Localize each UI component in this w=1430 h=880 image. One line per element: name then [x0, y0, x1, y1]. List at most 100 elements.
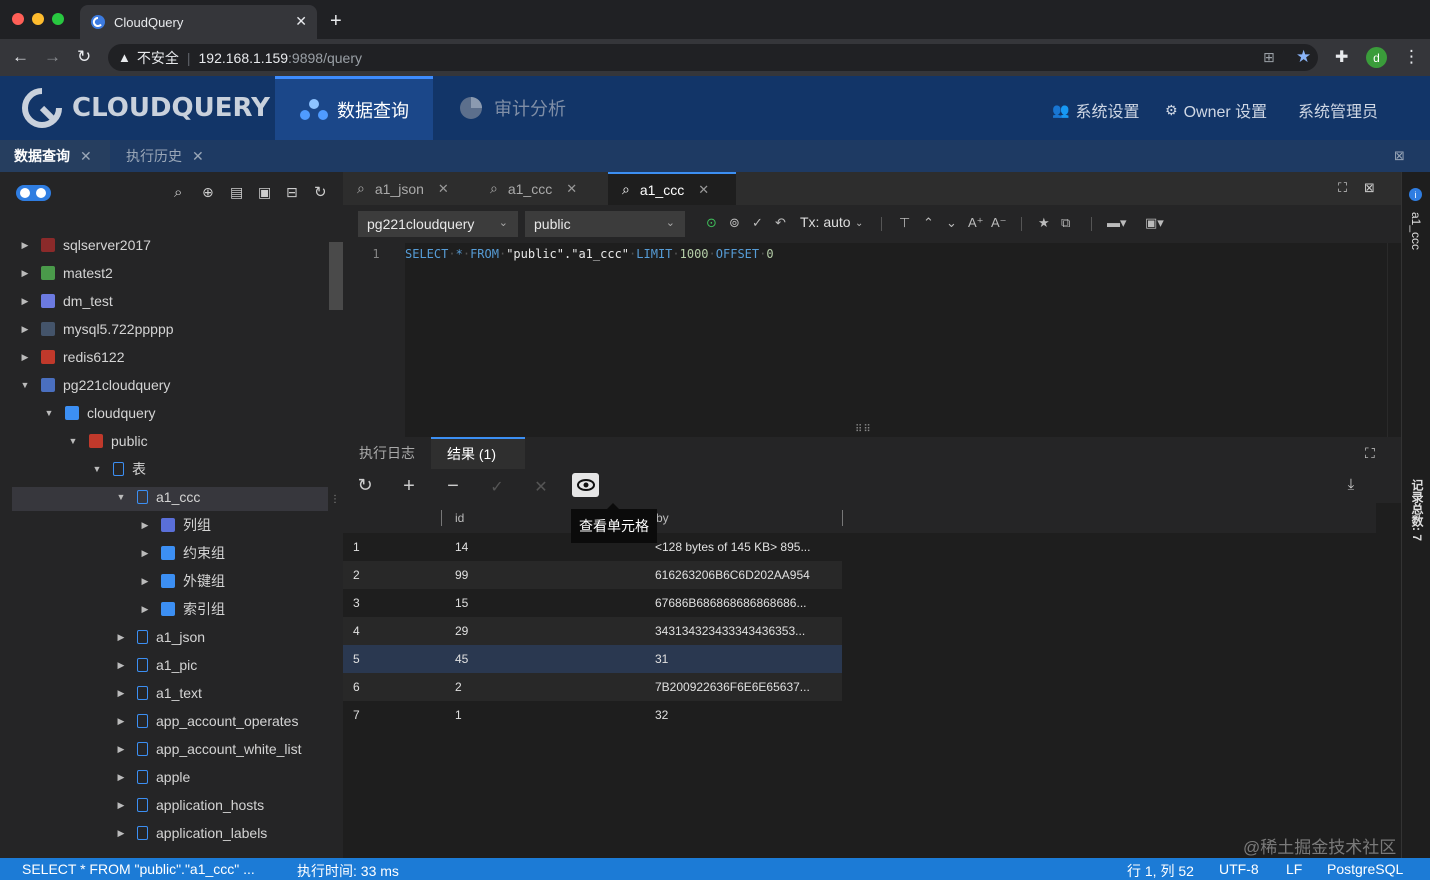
- tree-node[interactable]: ▶ app_account_operates: [115, 707, 299, 735]
- cell-id[interactable]: 2: [455, 680, 462, 694]
- tree-node[interactable]: ▶ mysql5.722ppppp: [19, 315, 174, 343]
- add-connection-icon[interactable]: ⊕: [202, 184, 214, 201]
- editor-tab[interactable]: ⌕ a1_ccc ✕: [476, 172, 608, 205]
- cell-by[interactable]: 31: [655, 652, 668, 666]
- uppercase-icon[interactable]: A⁺: [968, 215, 984, 231]
- tab-close-icon[interactable]: ✕: [295, 13, 307, 30]
- fullscreen-icon[interactable]: ⛶: [1338, 180, 1347, 196]
- table-row[interactable]: 5 45 31: [343, 645, 842, 673]
- close-icon[interactable]: ✕: [698, 182, 709, 198]
- user-menu[interactable]: 系统管理员: [1298, 98, 1378, 122]
- splitter-grip-icon[interactable]: ⠿⠿: [855, 424, 872, 435]
- rail-object-label[interactable]: a1_ccc: [1409, 212, 1423, 250]
- column-header-by[interactable]: by: [656, 511, 669, 525]
- translate-icon[interactable]: ⊞: [1263, 49, 1275, 66]
- cell-id[interactable]: 29: [455, 624, 468, 638]
- close-panel-icon[interactable]: ⊠: [1364, 180, 1375, 196]
- editor-tab[interactable]: ⌕ a1_json ✕: [343, 172, 476, 205]
- commit-icon[interactable]: ✓: [752, 215, 763, 231]
- nav-audit-analysis[interactable]: 审计分析: [458, 76, 566, 140]
- tree-node[interactable]: ▶ app_account_white_list: [115, 735, 302, 763]
- tree-node[interactable]: ▼ 表: [91, 455, 146, 483]
- fullscreen-icon[interactable]: ⛶: [1365, 445, 1375, 462]
- editor-scrollbar[interactable]: [1387, 243, 1401, 437]
- profile-avatar[interactable]: d: [1366, 47, 1387, 68]
- nav-data-query[interactable]: 数据查询: [275, 76, 433, 140]
- tx-mode-select[interactable]: Tx: auto: [800, 214, 851, 230]
- tab-exec-log[interactable]: 执行日志: [343, 437, 431, 469]
- refresh-icon[interactable]: ↻: [354, 475, 376, 496]
- caret-down-icon[interactable]: ▼: [91, 464, 103, 474]
- caret-right-icon[interactable]: ▶: [139, 548, 151, 559]
- tree-node[interactable]: ▶ a1_json: [115, 623, 206, 651]
- resize-handle[interactable]: ⋮: [330, 494, 340, 505]
- tree-node[interactable]: ▶ 外键组: [139, 567, 225, 595]
- browser-tab[interactable]: CloudQuery ✕: [80, 5, 317, 39]
- delete-row-icon[interactable]: −: [442, 475, 464, 498]
- connection-select[interactable]: pg221cloudquery ⌄: [358, 211, 518, 237]
- caret-right-icon[interactable]: ▶: [19, 324, 31, 335]
- collapse-up-icon[interactable]: ⌃: [923, 215, 934, 231]
- caret-right-icon[interactable]: ▶: [115, 716, 127, 727]
- folder-icon[interactable]: ▣: [258, 184, 271, 201]
- schema-select[interactable]: public ⌄: [525, 211, 685, 237]
- close-window-icon[interactable]: [12, 13, 24, 25]
- table-row[interactable]: 6 2 7B200922636F6E6E65637...: [343, 673, 842, 701]
- column-header-id[interactable]: id: [455, 511, 464, 525]
- tree-node[interactable]: ▶ a1_text: [115, 679, 202, 707]
- tree-node[interactable]: ▶ apple: [115, 763, 191, 791]
- close-icon[interactable]: ✕: [566, 181, 577, 197]
- tree-node[interactable]: ▶ application_labels: [115, 819, 268, 847]
- system-settings-link[interactable]: 👥 系统设置: [1052, 98, 1139, 122]
- confirm-icon[interactable]: ✓: [486, 477, 508, 497]
- caret-right-icon[interactable]: ▶: [139, 520, 151, 531]
- table-row[interactable]: 4 29 343134323433343436353...: [343, 617, 842, 645]
- stop-icon[interactable]: ⊚: [729, 215, 740, 231]
- tree-node[interactable]: ▶ matest2: [19, 259, 113, 287]
- cell-by[interactable]: 32: [655, 708, 668, 722]
- tree-node[interactable]: ▼ public: [67, 427, 148, 455]
- close-all-tabs-icon[interactable]: ⊠: [1394, 148, 1405, 164]
- view-cell-button[interactable]: [572, 473, 599, 497]
- cell-by[interactable]: <128 bytes of 145 KB> 895...: [655, 540, 810, 554]
- cell-by[interactable]: 7B200922636F6E6E65637...: [655, 680, 810, 694]
- cell-id[interactable]: 1: [455, 708, 462, 722]
- url-field[interactable]: ▲ 不安全 | 192.168.1.159:9898/query: [108, 44, 1318, 71]
- tree-node[interactable]: ▼ cloudquery: [43, 399, 156, 427]
- status-encoding[interactable]: UTF-8: [1219, 861, 1259, 877]
- tree-node[interactable]: ▶ application_hosts: [115, 791, 265, 819]
- status-cursor-position[interactable]: 行 1, 列 52: [1127, 861, 1194, 880]
- cell-by[interactable]: 616263206B6C6D202AA954: [655, 568, 810, 582]
- column-divider[interactable]: [842, 510, 843, 526]
- caret-right-icon[interactable]: ▶: [139, 576, 151, 587]
- status-eol[interactable]: LF: [1286, 861, 1302, 877]
- caret-right-icon[interactable]: ▶: [139, 604, 151, 615]
- cancel-icon[interactable]: ✕: [530, 477, 552, 497]
- caret-right-icon[interactable]: ▶: [115, 828, 127, 839]
- save-icon[interactable]: ▣▾: [1145, 215, 1164, 231]
- refresh-icon[interactable]: ↻: [314, 183, 327, 201]
- caret-right-icon[interactable]: ▶: [115, 632, 127, 643]
- format-icon[interactable]: ⊤: [899, 215, 910, 231]
- toggle-switch[interactable]: [16, 185, 51, 201]
- add-row-icon[interactable]: +: [398, 475, 420, 498]
- owner-settings-link[interactable]: ⚙ Owner 设置: [1165, 98, 1267, 122]
- info-icon[interactable]: i: [1409, 188, 1422, 201]
- table-row[interactable]: 2 99 616263206B6C6D202AA954: [343, 561, 842, 589]
- table-row[interactable]: 3 15 67686B686868686868686...: [343, 589, 842, 617]
- tree-node[interactable]: ▶ redis6122: [19, 343, 125, 371]
- caret-right-icon[interactable]: ▶: [19, 296, 31, 307]
- cell-id[interactable]: 14: [455, 540, 468, 554]
- favorite-icon[interactable]: ★: [1038, 215, 1050, 231]
- caret-right-icon[interactable]: ▶: [115, 688, 127, 699]
- rollback-icon[interactable]: ↶: [775, 215, 786, 231]
- caret-right-icon[interactable]: ▶: [115, 772, 127, 783]
- caret-right-icon[interactable]: ▶: [19, 352, 31, 363]
- search-icon[interactable]: ⌕: [174, 184, 182, 201]
- caret-down-icon[interactable]: ▼: [115, 492, 127, 502]
- cell-by[interactable]: 343134323433343436353...: [655, 624, 805, 638]
- sidebar-scrollbar[interactable]: [329, 242, 343, 310]
- close-icon[interactable]: ✕: [438, 181, 449, 197]
- app-tab-history[interactable]: 执行历史 ✕: [112, 140, 224, 172]
- table-row[interactable]: 7 1 32: [343, 701, 842, 729]
